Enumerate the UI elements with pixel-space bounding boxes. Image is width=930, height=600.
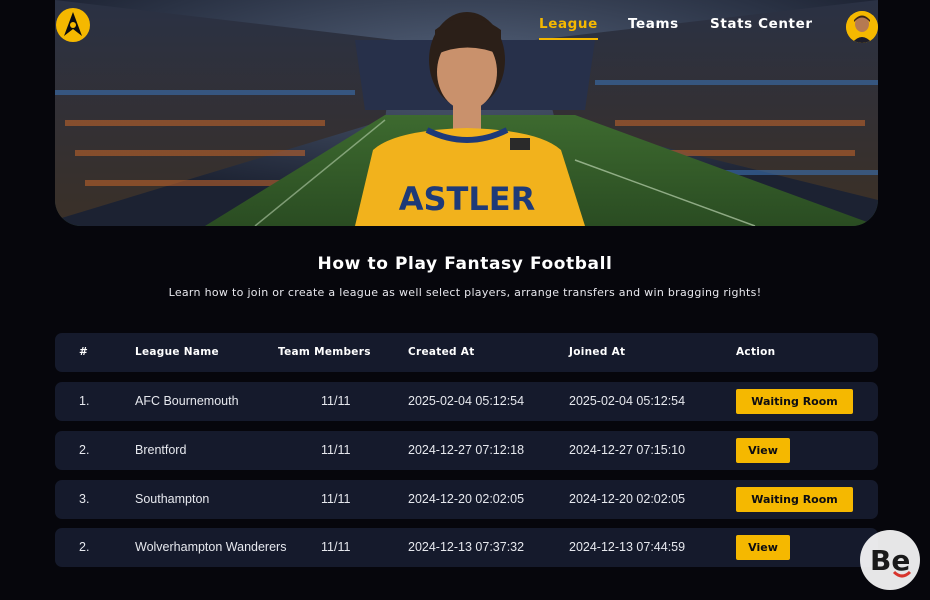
top-navigation: League Teams Stats Center [0, 0, 930, 50]
waiting-room-button[interactable]: Waiting Room [736, 487, 853, 512]
league-name: Southampton [135, 492, 210, 506]
row-number: 3. [79, 492, 90, 506]
app-logo-icon[interactable] [54, 6, 92, 44]
table-row: 2. Brentford 11/11 2024-12-27 07:12:18 2… [55, 431, 878, 470]
row-number: 1. [79, 394, 90, 408]
created-at: 2025-02-04 05:12:54 [408, 394, 525, 408]
table-row: 3. Southampton 11/11 2024-12-20 02:02:05… [55, 480, 878, 519]
nav-active-indicator [539, 38, 598, 40]
waiting-room-button[interactable]: Waiting Room [736, 389, 853, 414]
header-league-name: League Name [135, 346, 219, 358]
avatar-icon [846, 11, 878, 43]
created-at: 2024-12-27 07:12:18 [408, 443, 525, 457]
nav-league[interactable]: League [539, 16, 598, 32]
nav-teams[interactable]: Teams [628, 16, 679, 32]
header-joined-at: Joined At [569, 346, 626, 358]
behance-watermark: Be [860, 530, 920, 590]
joined-at: 2024-12-20 02:02:05 [569, 492, 686, 506]
nav-stats-center[interactable]: Stats Center [710, 16, 813, 32]
team-members: 11/11 [321, 540, 351, 554]
user-avatar[interactable] [846, 11, 878, 43]
view-button[interactable]: View [736, 438, 790, 463]
header-created-at: Created At [408, 346, 475, 358]
table-row: 2. Wolverhampton Wanderers 11/11 2024-12… [55, 528, 878, 567]
league-name: AFC Bournemouth [135, 394, 239, 408]
header-action: Action [736, 346, 776, 358]
table-header-row: # League Name Team Members Created At Jo… [55, 333, 878, 372]
page-title: How to Play Fantasy Football [317, 254, 613, 274]
created-at: 2024-12-20 02:02:05 [408, 492, 525, 506]
header-num: # [79, 346, 89, 358]
row-number: 2. [79, 540, 90, 554]
team-members: 11/11 [321, 492, 351, 506]
league-name: Wolverhampton Wanderers [135, 540, 287, 554]
joined-at: 2024-12-13 07:44:59 [569, 540, 686, 554]
joined-at: 2024-12-27 07:15:10 [569, 443, 686, 457]
svg-text:Be: Be [870, 544, 910, 577]
behance-icon: Be [870, 544, 912, 578]
team-members: 11/11 [321, 443, 351, 457]
team-members: 11/11 [321, 394, 351, 408]
page-subtitle: Learn how to join or create a league as … [168, 286, 762, 299]
view-button[interactable]: View [736, 535, 790, 560]
header-team-members: Team Members [278, 346, 371, 358]
table-row: 1. AFC Bournemouth 11/11 2025-02-04 05:1… [55, 382, 878, 421]
svg-text:ASTLER: ASTLER [399, 180, 536, 218]
league-name: Brentford [135, 443, 187, 457]
joined-at: 2025-02-04 05:12:54 [569, 394, 686, 408]
created-at: 2024-12-13 07:37:32 [408, 540, 525, 554]
row-number: 2. [79, 443, 90, 457]
